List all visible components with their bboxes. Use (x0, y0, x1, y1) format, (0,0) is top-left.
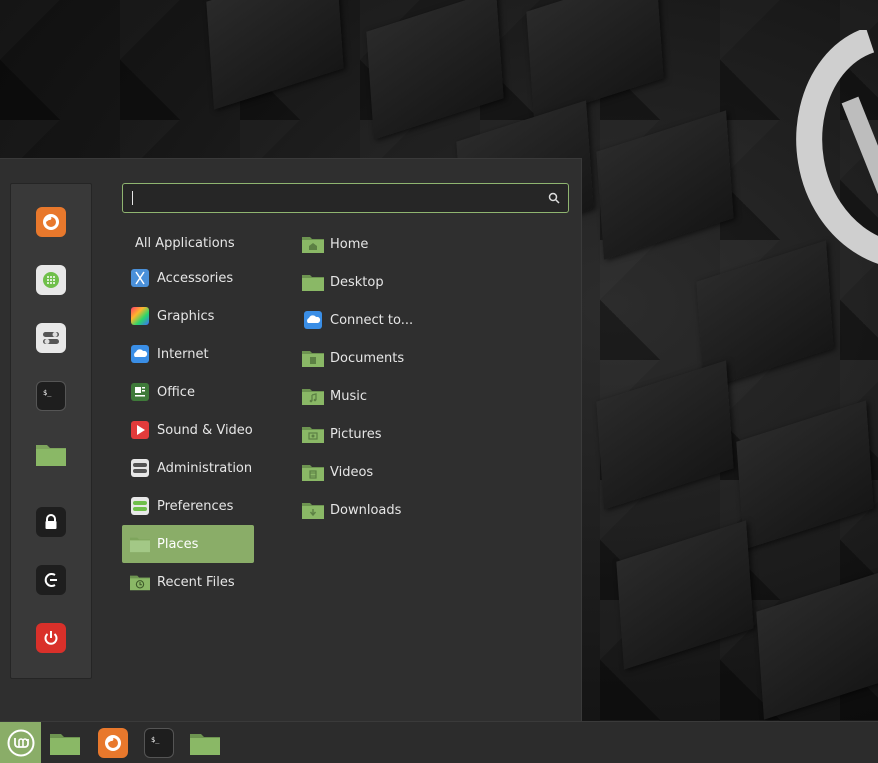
favorites-sidebar: $_ (10, 183, 92, 679)
category-accessories[interactable]: Accessories (122, 259, 254, 297)
videos-folder-icon (302, 462, 324, 482)
place-pictures[interactable]: Pictures (294, 415, 534, 453)
category-list: All Applications Accessories Graphics In… (122, 227, 254, 601)
category-label: All Applications (135, 235, 235, 251)
terminal-icon[interactable]: $_ (36, 381, 66, 411)
place-home[interactable]: Home (294, 225, 534, 263)
taskbar-panel: $_ (0, 721, 878, 763)
files-icon[interactable] (190, 728, 220, 758)
place-label: Videos (330, 464, 374, 480)
search-icon (548, 192, 560, 204)
category-all-applications[interactable]: All Applications (122, 227, 254, 259)
category-label: Recent Files (157, 574, 235, 590)
place-desktop[interactable]: Desktop (294, 263, 534, 301)
desktop-folder-icon (302, 272, 324, 292)
category-recent-files[interactable]: Recent Files (122, 563, 254, 601)
home-folder-icon (302, 234, 324, 254)
application-menu: $_ All Applications Accessories Graphics… (0, 158, 582, 722)
category-label: Administration (157, 460, 253, 476)
menu-start-icon (7, 729, 34, 756)
lock-screen-icon[interactable] (36, 507, 66, 537)
category-sound-video[interactable]: Sound & Video (122, 411, 254, 449)
system-settings-icon[interactable] (36, 323, 66, 353)
place-label: Downloads (330, 502, 402, 518)
firefox-icon[interactable] (98, 728, 128, 758)
category-label: Internet (157, 346, 209, 362)
place-documents[interactable]: Documents (294, 339, 534, 377)
graphics-icon (130, 306, 150, 326)
svg-text:$_: $_ (43, 389, 52, 397)
cloud-icon (302, 310, 324, 330)
place-label: Home (330, 236, 369, 252)
category-internet[interactable]: Internet (122, 335, 254, 373)
place-label: Pictures (330, 426, 382, 442)
mint-wallpaper-logo (796, 30, 878, 264)
recent-files-icon (130, 572, 150, 592)
category-preferences[interactable]: Preferences (122, 487, 254, 525)
place-videos[interactable]: Videos (294, 453, 534, 491)
svg-text:$_: $_ (151, 736, 160, 744)
music-folder-icon (302, 386, 324, 406)
show-desktop-icon[interactable] (50, 728, 80, 758)
place-downloads[interactable]: Downloads (294, 491, 534, 529)
place-music[interactable]: Music (294, 377, 534, 415)
preferences-icon (130, 496, 150, 516)
shutdown-icon[interactable] (36, 623, 66, 653)
category-label: Graphics (157, 308, 215, 324)
internet-icon (130, 344, 150, 364)
firefox-icon[interactable] (36, 207, 66, 237)
category-office[interactable]: Office (122, 373, 254, 411)
category-administration[interactable]: Administration (122, 449, 254, 487)
sound-video-icon (130, 420, 150, 440)
place-label: Desktop (330, 274, 384, 290)
search-input[interactable] (131, 188, 535, 210)
administration-icon (130, 458, 150, 478)
text-caret (132, 191, 133, 205)
place-connect-to[interactable]: Connect to... (294, 301, 534, 339)
documents-folder-icon (302, 348, 324, 368)
menu-start-button[interactable] (0, 722, 41, 763)
category-label: Preferences (157, 498, 234, 514)
category-graphics[interactable]: Graphics (122, 297, 254, 335)
pictures-folder-icon (302, 424, 324, 444)
category-places[interactable]: Places (122, 525, 254, 563)
search-field[interactable] (122, 183, 569, 213)
logout-icon[interactable] (36, 565, 66, 595)
category-label: Sound & Video (157, 422, 253, 438)
folder-icon (130, 534, 150, 554)
category-label: Places (157, 536, 199, 552)
files-icon[interactable] (36, 439, 66, 469)
category-label: Office (157, 384, 195, 400)
place-label: Documents (330, 350, 405, 366)
places-list: Home Desktop Connect to... Documents Mus… (294, 225, 534, 529)
terminal-icon[interactable]: $_ (144, 728, 174, 758)
place-label: Music (330, 388, 367, 404)
downloads-folder-icon (302, 500, 324, 520)
category-label: Accessories (157, 270, 234, 286)
accessories-icon (130, 268, 150, 288)
software-manager-icon[interactable] (36, 265, 66, 295)
office-icon (130, 382, 150, 402)
place-label: Connect to... (330, 312, 414, 328)
